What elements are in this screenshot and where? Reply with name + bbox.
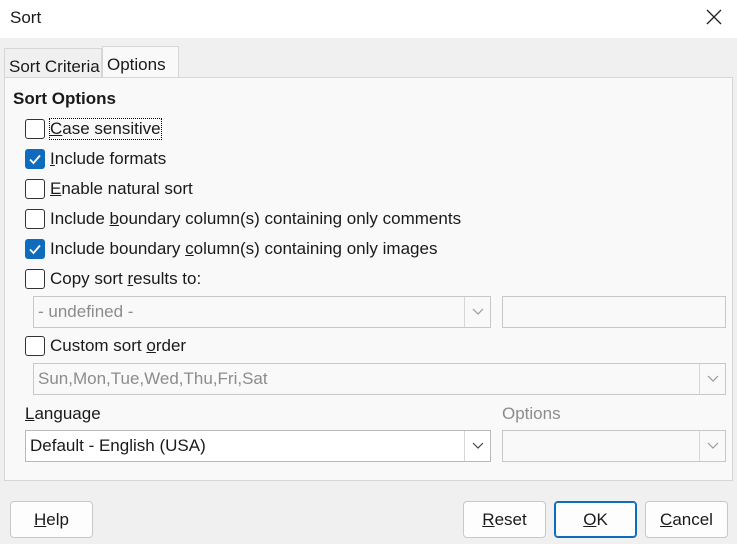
include-formats-checkbox[interactable]: Include formats [25, 147, 166, 171]
checkbox-box [25, 239, 45, 259]
checkbox-label: Enable natural sort [50, 179, 193, 198]
dropdown-button[interactable] [464, 431, 490, 461]
ok-button[interactable]: OK [554, 501, 637, 538]
select-value: - undefined - [38, 302, 134, 321]
checkbox-label: Include boundary column(s) containing on… [50, 239, 438, 258]
checkbox-box [25, 209, 45, 229]
tab-label: Options [107, 55, 166, 74]
checkmark-icon [29, 244, 41, 255]
button-label: Help [34, 509, 69, 529]
copy-results-checkbox[interactable]: Copy sort results to: [25, 267, 201, 291]
chevron-down-icon [472, 308, 483, 315]
checkbox-box [25, 336, 45, 356]
checkbox-label: Case sensitive [49, 118, 162, 140]
select-value: Default - English (USA) [30, 436, 206, 455]
natural-sort-checkbox[interactable]: Enable natural sort [25, 177, 193, 201]
dropdown-button[interactable] [464, 297, 490, 327]
checkbox-box [25, 149, 45, 169]
tab-sort-criteria[interactable]: Sort Criteria [4, 48, 102, 78]
checkbox-label: Copy sort results to: [50, 269, 202, 288]
dropdown-button[interactable] [699, 364, 725, 394]
checkbox-label: Include boundary column(s) containing on… [50, 209, 462, 228]
case-sensitive-checkbox[interactable]: Case sensitive [25, 117, 162, 141]
checkbox-label: Include formats [50, 149, 167, 168]
title-bar: Sort [0, 0, 737, 38]
language-select[interactable]: Default - English (USA) [25, 430, 491, 462]
button-label: OK [583, 509, 608, 529]
options-select[interactable] [502, 430, 726, 462]
checkbox-box [25, 179, 45, 199]
section-title: Sort Options [13, 89, 116, 108]
tab-options[interactable]: Options [102, 46, 179, 78]
close-icon [706, 9, 722, 25]
help-button[interactable]: Help [10, 501, 93, 538]
language-label: Language [25, 404, 101, 423]
boundary-comments-checkbox[interactable]: Include boundary column(s) containing on… [25, 207, 461, 231]
button-label: Reset [482, 509, 527, 529]
checkbox-box [25, 119, 45, 139]
chevron-down-icon [707, 375, 718, 382]
dropdown-button[interactable] [699, 431, 725, 461]
custom-order-checkbox[interactable]: Custom sort order [25, 334, 186, 358]
options-panel: Sort Options Case sensitive Include form… [4, 77, 733, 481]
copy-target-select[interactable]: - undefined - [33, 296, 491, 328]
chevron-down-icon [707, 442, 718, 449]
window-title: Sort [10, 8, 42, 27]
boundary-images-checkbox[interactable]: Include boundary column(s) containing on… [25, 237, 437, 261]
chevron-down-icon [472, 442, 483, 449]
custom-order-select[interactable]: Sun,Mon,Tue,Wed,Thu,Fri,Sat [33, 363, 726, 395]
cancel-button[interactable]: Cancel [645, 501, 728, 538]
checkbox-label: Custom sort order [50, 336, 187, 355]
reset-button[interactable]: Reset [463, 501, 546, 538]
button-label: Cancel [660, 509, 713, 529]
checkmark-icon [29, 154, 41, 165]
tab-label: Sort Criteria [9, 57, 100, 76]
checkbox-box [25, 269, 45, 289]
options-label: Options [502, 404, 561, 423]
copy-target-input[interactable] [502, 296, 726, 328]
select-value: Sun,Mon,Tue,Wed,Thu,Fri,Sat [38, 369, 268, 388]
close-button[interactable] [691, 0, 737, 34]
